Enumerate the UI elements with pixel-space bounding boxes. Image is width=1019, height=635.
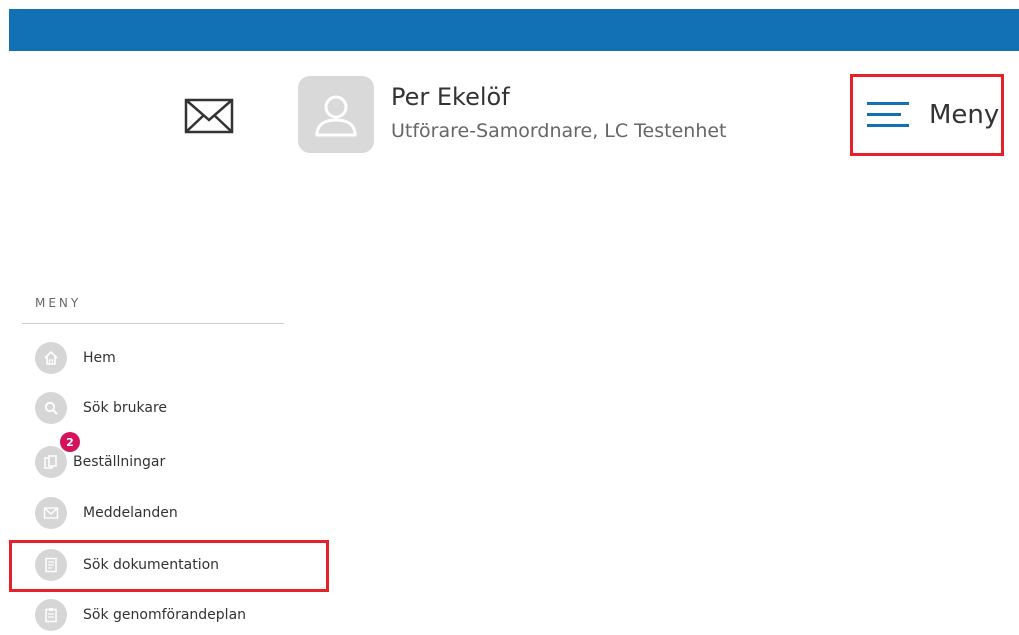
mail-icon[interactable] xyxy=(184,98,234,134)
sidebar-item-bestallningar[interactable]: 2 Beställningar xyxy=(22,432,322,482)
sidebar-item-hem[interactable]: Hem xyxy=(22,338,322,378)
sidebar-item-label: Meddelanden xyxy=(83,505,178,521)
search-icon xyxy=(35,392,67,424)
sidebar-item-label: Beställningar xyxy=(73,454,166,470)
user-name: Per Ekelöf xyxy=(391,83,510,111)
hamburger-icon xyxy=(867,100,909,130)
sidebar-title: MENY xyxy=(35,296,82,310)
menu-label: Meny xyxy=(929,100,1000,130)
top-bar xyxy=(9,9,1019,51)
notification-badge: 2 xyxy=(60,432,80,452)
clipboard-icon xyxy=(35,599,67,631)
sidebar-item-label: Sök brukare xyxy=(83,400,168,416)
mail-icon xyxy=(35,497,67,529)
sidebar-item-sok-brukare[interactable]: Sök brukare xyxy=(22,388,322,428)
highlight-box xyxy=(9,540,329,592)
user-icon xyxy=(315,95,357,136)
sidebar-item-label: Hem xyxy=(83,350,116,366)
user-role: Utförare-Samordnare, LC Testenhet xyxy=(391,120,727,142)
sidebar-item-label: Sök genomförandeplan xyxy=(83,607,247,623)
sidebar-item-sok-genomforandeplan[interactable]: Sök genomförandeplan xyxy=(22,595,322,635)
sidebar-item-meddelanden[interactable]: Meddelanden xyxy=(22,493,322,533)
avatar[interactable] xyxy=(298,76,374,153)
home-icon xyxy=(35,342,67,374)
menu-button[interactable]: Meny xyxy=(850,74,1004,156)
documents-icon: 2 xyxy=(35,432,80,478)
sidebar-divider xyxy=(22,323,284,324)
